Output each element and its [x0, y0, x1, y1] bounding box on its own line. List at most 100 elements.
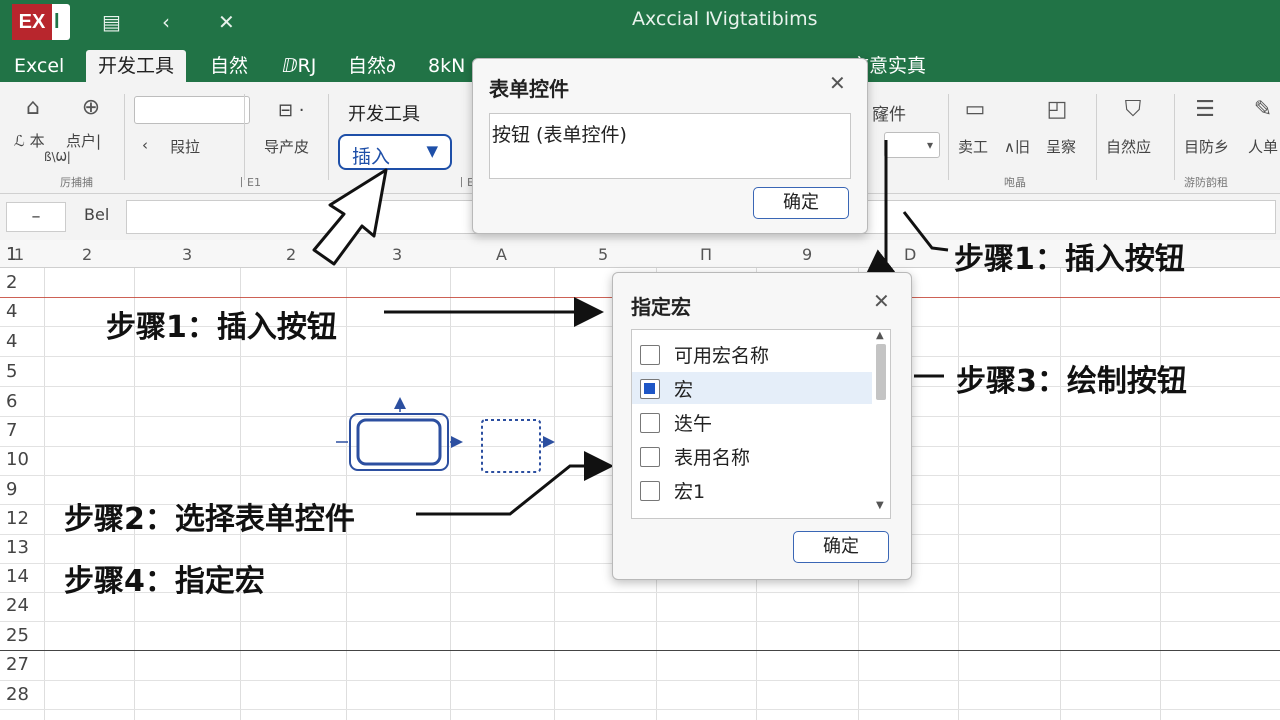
back-arrow-icon[interactable]: ‹ [142, 136, 148, 154]
pen-icon[interactable]: ✎ [1248, 96, 1278, 124]
ribbon-button-1[interactable]: ℒ 本 [14, 130, 45, 151]
row-header[interactable]: 9 [6, 479, 40, 500]
row-header[interactable]: 24 [6, 595, 40, 616]
control-value: 按钮 (表单控件) [492, 124, 627, 146]
tab-8kn[interactable]: 8kN [428, 50, 465, 82]
row-header[interactable]: 2 [6, 272, 40, 293]
save-icon[interactable]: ▤ [102, 10, 121, 34]
grid-column-line [1160, 240, 1161, 720]
ribbon-button-r3[interactable]: ∧旧 [1004, 136, 1030, 157]
shield-icon[interactable]: ⛉ [1118, 96, 1148, 124]
control-field[interactable]: 按钮 (表单控件) [489, 113, 851, 179]
form-control-dialog: 表单控件 ✕ 按钮 (表单控件) 确定 [472, 58, 868, 234]
user-icon[interactable]: ⊕ [76, 94, 106, 122]
dialog-title: 表单控件 [489, 77, 569, 101]
row-header[interactable]: 12 [6, 508, 40, 529]
row-header[interactable]: 10 [6, 449, 40, 470]
scroll-down-icon[interactable]: ▼ [876, 500, 884, 511]
grid-row-line [0, 621, 1280, 622]
list-item-label: 宏 [674, 379, 694, 401]
row-header[interactable]: 6 [6, 391, 40, 412]
column-header[interactable]: Π [700, 245, 712, 264]
scrollbar-thumb[interactable] [876, 344, 886, 400]
checkbox[interactable] [640, 379, 660, 399]
ribbon-button-r6[interactable]: 目防乡 [1184, 136, 1229, 157]
column-header[interactable]: 3 [392, 245, 402, 264]
controls-label[interactable]: 窿件 [872, 100, 906, 125]
column-header[interactable]: 2 [82, 245, 92, 264]
row-header[interactable]: 14 [6, 566, 40, 587]
ribbon-text-field[interactable] [134, 96, 250, 124]
list-item-label: 迭午 [674, 413, 713, 435]
ribbon-dropdown[interactable]: ▾ [884, 132, 940, 158]
column-header[interactable]: A [496, 245, 507, 264]
row-header[interactable]: 4 [6, 331, 40, 352]
grid-column-line [346, 240, 347, 720]
column-header[interactable]: 5 [598, 245, 608, 264]
close-icon[interactable]: ✕ [829, 71, 846, 95]
list-item[interactable]: 宏1 [632, 474, 872, 506]
annotation-step4: 步骤4：指定宏 [64, 564, 265, 599]
home-icon[interactable]: ⌂ [18, 94, 48, 122]
ribbon-button-2[interactable]: 点户| [66, 130, 101, 151]
row-header[interactable]: 1 [6, 244, 40, 265]
row-header[interactable]: 28 [6, 684, 40, 705]
row-header[interactable]: 13 [6, 537, 40, 558]
table-icon[interactable]: ▭ [960, 96, 990, 124]
grid-column-line [44, 240, 45, 720]
ribbon-button-r5[interactable]: 自然应 [1106, 136, 1151, 157]
ribbon-button-3[interactable]: 叚拉 [170, 136, 200, 157]
column-header[interactable]: 9 [802, 245, 812, 264]
close-icon[interactable]: ✕ [218, 10, 235, 34]
ribbon-button-r2[interactable]: 卖工 [958, 136, 988, 157]
list-item[interactable]: 可用宏名称 [632, 338, 872, 370]
column-header[interactable]: 3 [182, 245, 192, 264]
list-icon[interactable]: ☰ [1190, 96, 1220, 124]
row-header[interactable]: 5 [6, 361, 40, 382]
column-header[interactable]: D [904, 245, 916, 264]
undo-icon[interactable]: ‹ [162, 10, 170, 34]
ok-button[interactable]: 确定 [793, 531, 889, 563]
insert-button[interactable]: 插入 ▼ [338, 134, 452, 170]
row-header[interactable]: 25 [6, 625, 40, 646]
checkbox[interactable] [640, 345, 660, 365]
row-header[interactable]: 27 [6, 654, 40, 675]
list-item[interactable]: 迭午 [632, 406, 872, 438]
annotation-step1-top: 步骤1：插入按钮 [954, 242, 1185, 277]
ribbon-divider [328, 94, 329, 180]
grid-row-line [0, 650, 1280, 651]
column-header[interactable]: 2 [286, 245, 296, 264]
ribbon-button-4[interactable]: 导产皮 [264, 136, 309, 157]
name-box[interactable]: – [6, 202, 66, 232]
checkbox[interactable] [640, 413, 660, 433]
tab-nature[interactable]: 自然 [210, 50, 248, 82]
grid-column-line [554, 240, 555, 720]
ribbon-button-r4[interactable]: 呈察 [1046, 136, 1076, 157]
ok-button[interactable]: 确定 [753, 187, 849, 219]
dialog-title: 指定宏 [631, 295, 691, 319]
document-icon[interactable]: ◰ [1042, 96, 1072, 124]
tab-excel[interactable]: Excel [14, 50, 64, 82]
row-header[interactable]: 4 [6, 301, 40, 322]
tab-developer[interactable]: 开发工具 [86, 50, 187, 82]
annotation-step3: 步骤3：绘制按钮 [956, 364, 1187, 399]
row-header[interactable]: 7 [6, 420, 40, 441]
group-label-1: 厉捕捕 [60, 176, 93, 189]
checkbox[interactable] [640, 481, 660, 501]
group-label-5: 游防韵租 [1184, 176, 1228, 189]
logo-text: EX [12, 4, 52, 40]
assign-macro-dialog: 指定宏 ✕ 可用宏名称 宏 迭午 表用名称 宏1 ▲ ▼ 确定 [612, 272, 912, 580]
ribbon-divider [124, 94, 125, 180]
scroll-up-icon[interactable]: ▲ [876, 330, 884, 341]
logo-sub-text: l [54, 11, 60, 33]
macro-list[interactable]: 可用宏名称 宏 迭午 表用名称 宏1 ▲ ▼ [631, 329, 891, 519]
list-item[interactable]: 表用名称 [632, 440, 872, 472]
list-item[interactable]: 宏 [632, 372, 872, 404]
tab-nature-2[interactable]: 自然∂ [348, 50, 396, 82]
ribbon-button-r7[interactable]: 人单 [1248, 136, 1278, 157]
close-icon[interactable]: ✕ [873, 289, 890, 313]
checkbox[interactable] [640, 447, 660, 467]
layout-icon[interactable]: ⊟ · [278, 100, 305, 121]
scrollbar[interactable]: ▲ ▼ [874, 330, 888, 514]
tab-drj[interactable]: ⅅRJ [282, 50, 316, 82]
